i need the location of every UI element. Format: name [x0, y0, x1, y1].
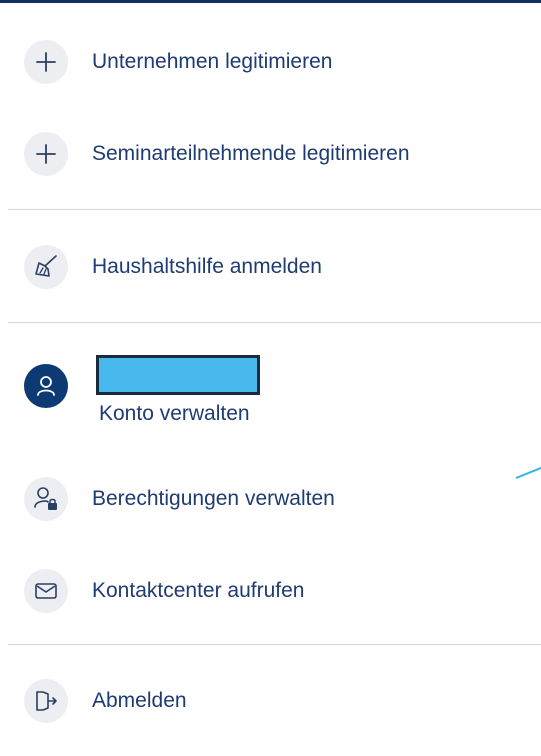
menu-item-seminarteilnehmende-legitimieren[interactable]: Seminarteilnehmende legitimieren — [24, 132, 410, 176]
menu-item-berechtigungen-verwalten[interactable]: Berechtigungen verwalten — [24, 477, 335, 521]
menu-item-haushaltshilfe-anmelden[interactable]: Haushaltshilfe anmelden — [24, 245, 322, 289]
menu-item-kontaktcenter-aufrufen[interactable]: Kontaktcenter aufrufen — [24, 569, 304, 613]
avatar — [24, 364, 68, 408]
mail-icon — [24, 569, 68, 613]
broom-icon — [24, 245, 68, 289]
menu-item-label: Seminarteilnehmende legitimieren — [92, 142, 410, 165]
menu-item-label: Unternehmen legitimieren — [92, 50, 333, 73]
logout-icon — [24, 679, 68, 723]
plus-icon — [24, 132, 68, 176]
menu-top-border — [0, 0, 541, 3]
menu-item-label: Kontaktcenter aufrufen — [92, 579, 305, 602]
menu-divider — [8, 209, 541, 210]
menu-item-label: Berechtigungen verwalten — [92, 487, 335, 510]
logout-label: Abmelden — [92, 689, 187, 712]
menu-divider — [8, 322, 541, 323]
konto-verwalten-link[interactable]: Konto verwalten — [99, 402, 250, 426]
plus-icon — [24, 40, 68, 84]
user-lock-icon — [24, 477, 68, 521]
menu-item-unternehmen-legitimieren[interactable]: Unternehmen legitimieren — [24, 40, 332, 84]
decorative-line — [515, 466, 541, 479]
redacted-user-name — [96, 355, 260, 395]
menu-divider — [8, 644, 541, 645]
menu-item-label: Haushaltshilfe anmelden — [92, 255, 322, 278]
logout-button[interactable]: Abmelden — [24, 679, 187, 723]
